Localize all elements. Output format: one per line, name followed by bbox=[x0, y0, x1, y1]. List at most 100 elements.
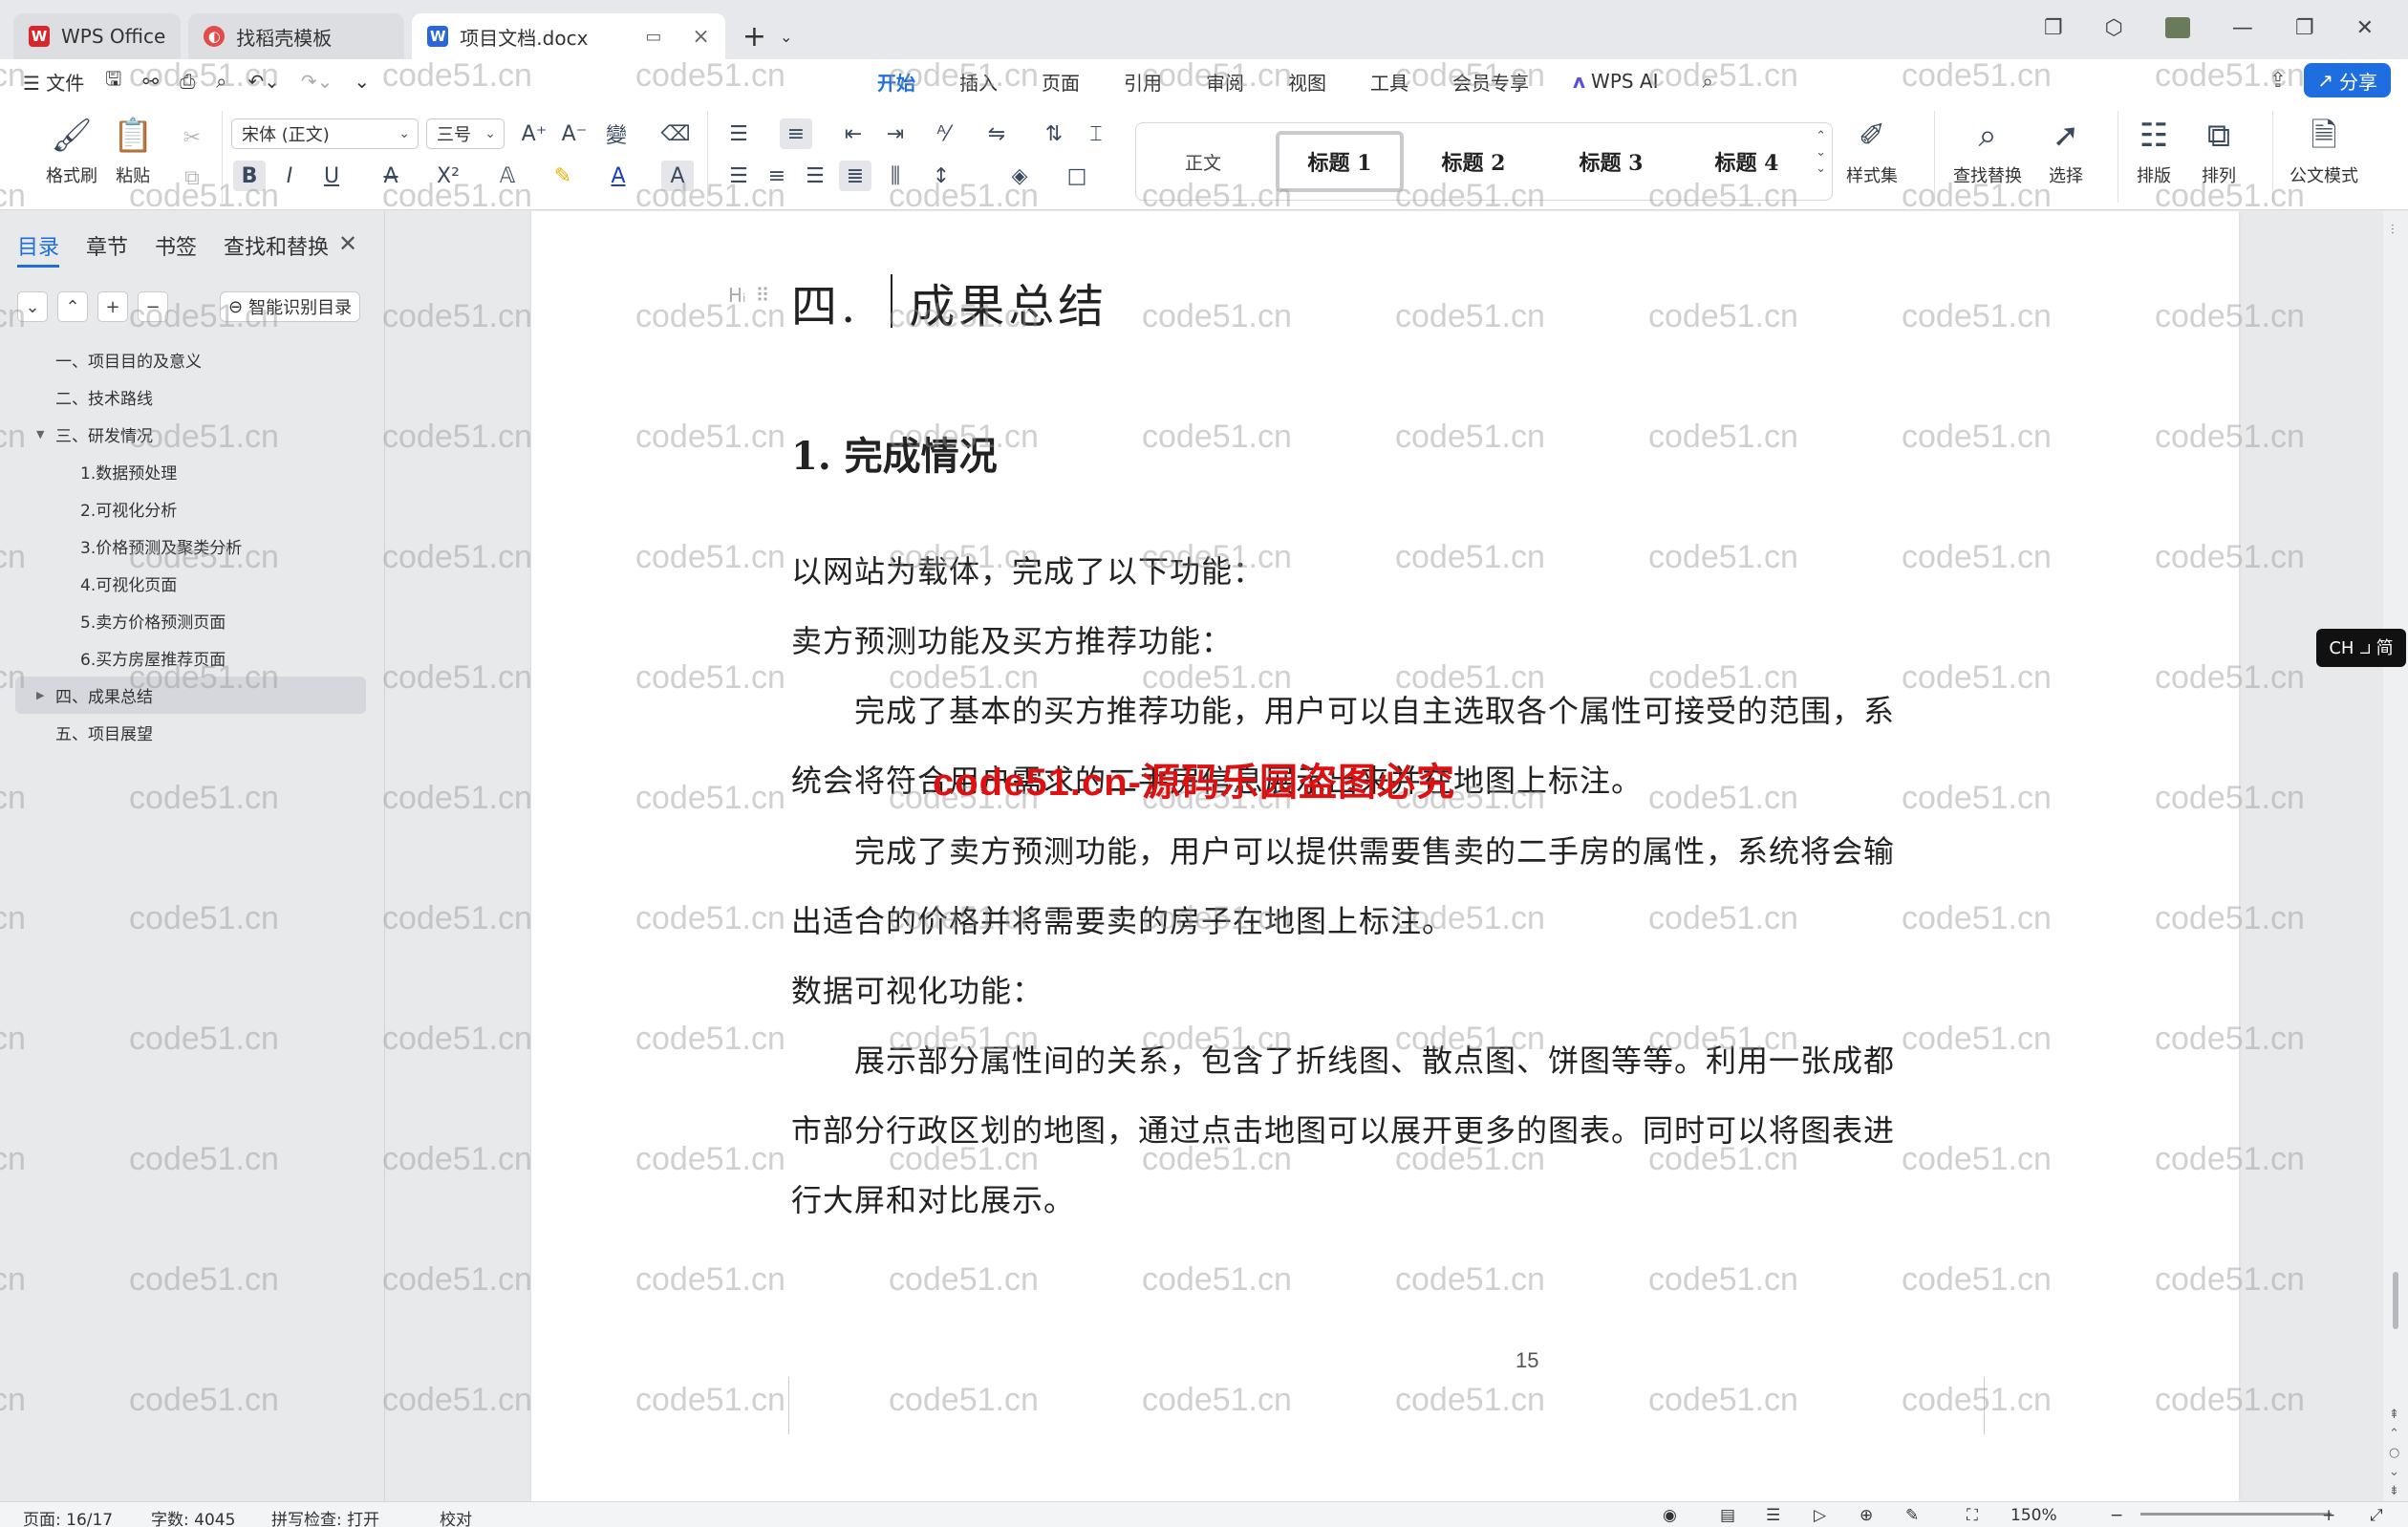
heading-2[interactable]: 1. 完成情况 bbox=[791, 425, 998, 481]
tab-member[interactable]: 会员专享 bbox=[1451, 62, 1531, 101]
word-count[interactable]: 字数: 4045 bbox=[151, 1506, 235, 1527]
paragraph-line[interactable]: 出适合的价格并将需要卖的房子在地图上标注。 bbox=[791, 897, 1453, 941]
tab-tools[interactable]: 工具 bbox=[1368, 62, 1410, 101]
font-size-select[interactable]: 三号 ⌄ bbox=[426, 118, 505, 149]
drag-handle-icon[interactable]: ⠿ bbox=[756, 284, 770, 307]
close-pane-icon[interactable]: ✕ bbox=[338, 230, 357, 257]
style-normal[interactable]: 正文 bbox=[1144, 131, 1262, 192]
decrease-indent-icon[interactable]: ⇤ bbox=[837, 118, 870, 149]
find-replace-button[interactable]: ⌕ 查找替换 bbox=[1953, 115, 2022, 187]
tab-wps-office[interactable]: W WPS Office bbox=[13, 13, 182, 59]
style-heading-3[interactable]: 标题 3 bbox=[1547, 131, 1675, 192]
copy-icon[interactable]: ⧉ bbox=[176, 162, 208, 193]
style-set-button[interactable]: ✐ 样式集 bbox=[1846, 115, 1898, 187]
maximize-icon[interactable]: ❐ bbox=[2295, 16, 2314, 40]
paragraph-line[interactable]: 展示部分属性间的关系，包含了折线图、散点图、饼图等等。利用一张成都 bbox=[791, 1037, 1895, 1081]
paragraph-line[interactable]: 卖方预测功能及买方推荐功能： bbox=[791, 617, 1233, 661]
tab-page[interactable]: 页面 bbox=[1040, 62, 1082, 101]
restore-layout-icon[interactable]: ❐ bbox=[2044, 16, 2063, 40]
tab-insert[interactable]: 插入 bbox=[957, 62, 1000, 101]
format-painter-button[interactable]: 🖌 格式刷 bbox=[46, 115, 97, 187]
close-window-icon[interactable]: ✕ bbox=[2356, 16, 2374, 40]
pen-icon[interactable]: ✎ bbox=[1905, 1506, 1919, 1525]
minimize-icon[interactable]: — bbox=[2232, 16, 2253, 40]
cube-icon[interactable]: ⬡ bbox=[2105, 16, 2123, 40]
redo-icon[interactable]: ↷⌄ bbox=[301, 70, 333, 93]
web-view-icon[interactable]: ⊕ bbox=[1860, 1506, 1873, 1525]
italic-icon[interactable]: I bbox=[273, 161, 306, 191]
heading-1[interactable]: 四. 成果总结 bbox=[791, 269, 1107, 335]
text-direction-icon[interactable]: ᴬ⁄ bbox=[927, 118, 959, 149]
avatar[interactable] bbox=[2164, 17, 2190, 38]
official-mode-button[interactable]: 🗎 公文模式 bbox=[2290, 115, 2358, 187]
nav-tab-toc[interactable]: 目录 bbox=[17, 230, 60, 268]
share-link-icon[interactable]: ⚯ bbox=[142, 70, 159, 93]
paste-button[interactable]: 📋 粘贴 bbox=[113, 115, 153, 187]
print-preview-icon[interactable]: ⌕ bbox=[216, 70, 226, 93]
nav-tab-chapters[interactable]: 章节 bbox=[86, 230, 128, 268]
tab-references[interactable]: 引用 bbox=[1122, 62, 1164, 101]
spell-check[interactable]: 拼写检查: 打开 bbox=[271, 1506, 379, 1527]
outline-view-icon[interactable]: ☰ bbox=[1766, 1506, 1780, 1525]
more-chevron-icon[interactable]: ⌄ bbox=[354, 70, 370, 93]
shading-icon[interactable]: ◈ bbox=[1003, 161, 1036, 191]
distribute-icon[interactable]: ⫼ bbox=[879, 161, 912, 191]
grow-font-icon[interactable]: A⁺ bbox=[518, 118, 550, 149]
align-right-icon[interactable]: ☰ bbox=[799, 161, 831, 191]
monitor-icon[interactable]: ▭ bbox=[645, 27, 661, 47]
file-menu[interactable]: ☰ 文件 bbox=[23, 68, 84, 96]
page-nav-icons[interactable]: ⇞ ⌃ ○ ⌄ ⇟ bbox=[2389, 1406, 2399, 1501]
numbered-list-icon[interactable]: ≡ bbox=[780, 118, 812, 149]
fit-icon[interactable]: ⛶ bbox=[1967, 1506, 1978, 1525]
collapse-down-icon[interactable]: ⌄ bbox=[17, 291, 48, 322]
increase-indent-icon[interactable]: ⇥ bbox=[879, 118, 912, 149]
strikethrough-icon[interactable]: A bbox=[375, 161, 407, 191]
paragraph-line[interactable]: 完成了基本的买方推荐功能，用户可以自主选取各个属性可接受的范围，系 bbox=[791, 687, 1895, 731]
fullscreen-icon[interactable]: ⤢ bbox=[2370, 1506, 2383, 1525]
toc-item[interactable]: 3.价格预测及聚类分析 bbox=[0, 527, 385, 565]
toc-item[interactable]: 一、项目目的及意义 bbox=[0, 341, 385, 378]
paragraph-line[interactable]: 行大屏和对比展示。 bbox=[791, 1176, 1075, 1220]
select-button[interactable]: ➚ 选择 bbox=[2049, 115, 2083, 187]
toc-item[interactable]: 4.可视化页面 bbox=[0, 565, 385, 602]
justify-icon[interactable]: ≣ bbox=[839, 161, 871, 191]
chevron-up-icon[interactable]: ⌃ bbox=[1816, 129, 1826, 143]
toc-item[interactable]: ▼ 三、研发情况 bbox=[0, 416, 385, 453]
zoom-level[interactable]: 150% bbox=[2010, 1506, 2057, 1525]
text-effect-icon[interactable]: 𝔸 bbox=[491, 161, 524, 191]
tab-wps-ai[interactable]: ʌ WPS AI bbox=[1571, 64, 1661, 98]
page-view-icon[interactable]: ▤ bbox=[1720, 1506, 1735, 1525]
style-heading-1[interactable]: 标题 1 bbox=[1276, 131, 1404, 192]
expand-icon[interactable]: ⌄ bbox=[1816, 161, 1826, 176]
heading-handle[interactable]: Hᵢ ⠿ bbox=[728, 284, 769, 307]
bullet-list-icon[interactable]: ☰ bbox=[722, 118, 755, 149]
toc-item[interactable]: 6.买方房屋推荐页面 bbox=[0, 639, 385, 677]
eye-icon[interactable]: ◉ bbox=[1663, 1506, 1677, 1525]
smart-toc-button[interactable]: ⊖ 智能识别目录 bbox=[220, 291, 361, 322]
nav-tab-bookmarks[interactable]: 书签 bbox=[155, 230, 197, 268]
swap-icon[interactable]: ⇋ bbox=[980, 118, 1013, 149]
align-left-icon[interactable]: ☰ bbox=[722, 161, 755, 191]
cut-icon[interactable]: ✂ bbox=[176, 122, 208, 153]
new-tab-button[interactable]: + ⌄ bbox=[733, 13, 803, 59]
tab-review[interactable]: 审阅 bbox=[1204, 62, 1246, 101]
chevron-down-icon[interactable]: ⌄ bbox=[1816, 145, 1826, 160]
style-heading-4[interactable]: 标题 4 bbox=[1683, 131, 1811, 192]
font-color-icon[interactable]: A bbox=[602, 161, 634, 191]
toc-item[interactable]: 1.数据预处理 bbox=[0, 453, 385, 490]
border-icon[interactable]: □ bbox=[1061, 161, 1093, 191]
bold-icon[interactable]: B bbox=[233, 161, 266, 191]
close-tab-icon[interactable]: × bbox=[692, 25, 709, 49]
align-center-icon[interactable]: ≡ bbox=[761, 161, 793, 191]
line-spacing-icon[interactable]: ↕ bbox=[925, 161, 957, 191]
font-name-select[interactable]: 宋体 (正文) ⌄ bbox=[231, 118, 419, 149]
highlight-icon[interactable]: ✎ bbox=[547, 161, 579, 191]
paragraph-line[interactable]: 数据可视化功能： bbox=[791, 967, 1043, 1011]
remove-item-icon[interactable]: − bbox=[138, 291, 168, 322]
superscript-icon[interactable]: X² bbox=[432, 161, 464, 191]
paragraph-line[interactable]: 以网站为载体，完成了以下功能： bbox=[791, 548, 1264, 591]
toc-item[interactable]: 二、技术路线 bbox=[0, 378, 385, 416]
tab-document[interactable]: W 项目文档.docx ▭ × bbox=[412, 13, 725, 59]
vertical-scrollbar[interactable]: ⫶ ⇞ ⌃ ○ ⌄ ⇟ bbox=[2383, 211, 2408, 1501]
zoom-in-icon[interactable]: + bbox=[2322, 1506, 2335, 1525]
